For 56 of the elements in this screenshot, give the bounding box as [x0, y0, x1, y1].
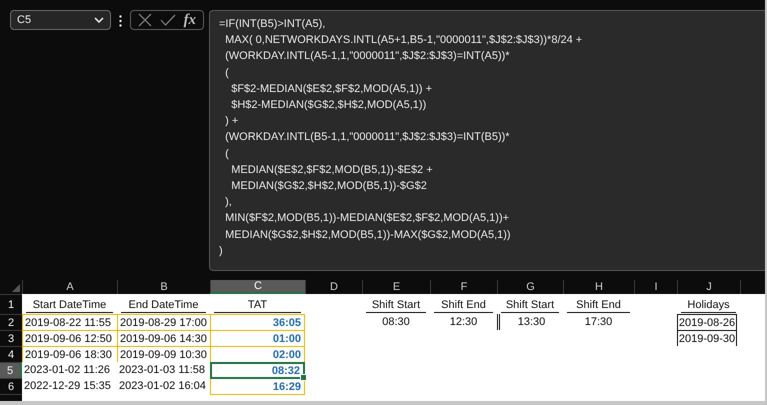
formula-line: MEDIAN($G$2,$H$2,MOD(B5,1))-$G$2	[230, 179, 427, 194]
name-box[interactable]: C5	[10, 10, 111, 30]
column-header[interactable]: E	[362, 280, 430, 294]
column-header[interactable]: I	[634, 280, 677, 294]
row-header[interactable]: 5	[0, 362, 22, 378]
cancel-icon[interactable]	[138, 13, 152, 27]
row-header[interactable]: 1	[0, 294, 22, 314]
column-header[interactable]: A	[22, 280, 117, 294]
column-label: Shift Start	[366, 298, 426, 312]
chevron-down-icon	[94, 16, 104, 24]
table-cell[interactable]: 01:00	[210, 330, 305, 347]
formula-line: MAX( 0,NETWORKDAYS.INTL(A5+1,B5-1,"0000011",$J$2:$J$3))*8/24 +	[224, 33, 582, 48]
insert-function-button[interactable]: fx	[184, 12, 196, 28]
row-header[interactable]: 4	[0, 346, 22, 362]
column-header[interactable]: B	[117, 280, 210, 294]
column-label: Shift Start	[501, 298, 559, 312]
formula-line: (	[224, 146, 229, 162]
column-header[interactable]: J	[677, 280, 740, 294]
column-header[interactable]: F	[430, 280, 497, 294]
triangle-icon	[12, 284, 20, 292]
formula-line: ) +	[224, 114, 238, 130]
column-header[interactable]: D	[305, 280, 362, 294]
column-label: End DateTime	[121, 298, 206, 312]
formula-line: (WORKDAY.INTL(B5-1,1,"0000011",$J$2:$J$3)=INT(B5))*	[224, 130, 510, 146]
checkmark-icon[interactable]	[160, 14, 176, 26]
formula-line: $F$2-MEDIAN($E$2,$F$2,MOD(A5,1)) +	[230, 82, 432, 97]
column-label: Shift End	[567, 298, 630, 312]
column-label: Holidays	[681, 298, 736, 312]
column-header[interactable]: G	[497, 280, 563, 294]
table-cell: 2019-08-22 11:55	[22, 314, 117, 331]
table-cell[interactable]: 08:32	[210, 362, 305, 379]
formula-line: )	[219, 244, 223, 259]
formula-line: MEDIAN($E$2,$F$2,MOD(B5,1))-$E$2 +	[230, 162, 433, 178]
select-all-button[interactable]	[0, 280, 22, 294]
formula-line: (WORKDAY.INTL(A5-1,1,"0000011",$J$2:$J$3)=INT(A5))*	[224, 49, 510, 64]
formula-line: MEDIAN($G$2,$H$2,MOD(B5,1))-MAX($G$2,MOD(A5,1))	[224, 228, 511, 243]
row-header[interactable]: 6	[0, 378, 22, 394]
formula-line: (	[224, 66, 229, 81]
column-label: TAT	[214, 298, 301, 312]
table-cell[interactable]: 36:05	[210, 314, 305, 331]
column-header[interactable]: H	[563, 280, 634, 294]
column-label: Start DateTime	[26, 298, 113, 312]
column-header[interactable]: C	[210, 280, 305, 294]
more-options-icon[interactable]	[119, 15, 122, 27]
formula-field[interactable]	[209, 10, 765, 271]
table-cell[interactable]: 16:29	[210, 378, 305, 395]
formula-line: ),	[224, 195, 232, 210]
row-header[interactable]: 2	[0, 314, 22, 330]
formula-line: =IF(INT(B5)>INT(A5),	[219, 17, 326, 32]
table-cell[interactable]: 02:00	[210, 346, 305, 363]
table-cell: 2019-08-29 17:00	[117, 314, 210, 331]
row-header[interactable]: 3	[0, 330, 22, 346]
formula-line: MIN($F$2,MOD(B5,1))-MEDIAN($E$2,$F$2,MOD(A5,1))+	[224, 211, 510, 226]
column-label: Shift End	[434, 298, 493, 312]
fill-handle[interactable]	[300, 374, 307, 381]
formula-line: $H$2-MEDIAN($G$2,$H$2,MOD(A5,1))	[230, 98, 426, 114]
